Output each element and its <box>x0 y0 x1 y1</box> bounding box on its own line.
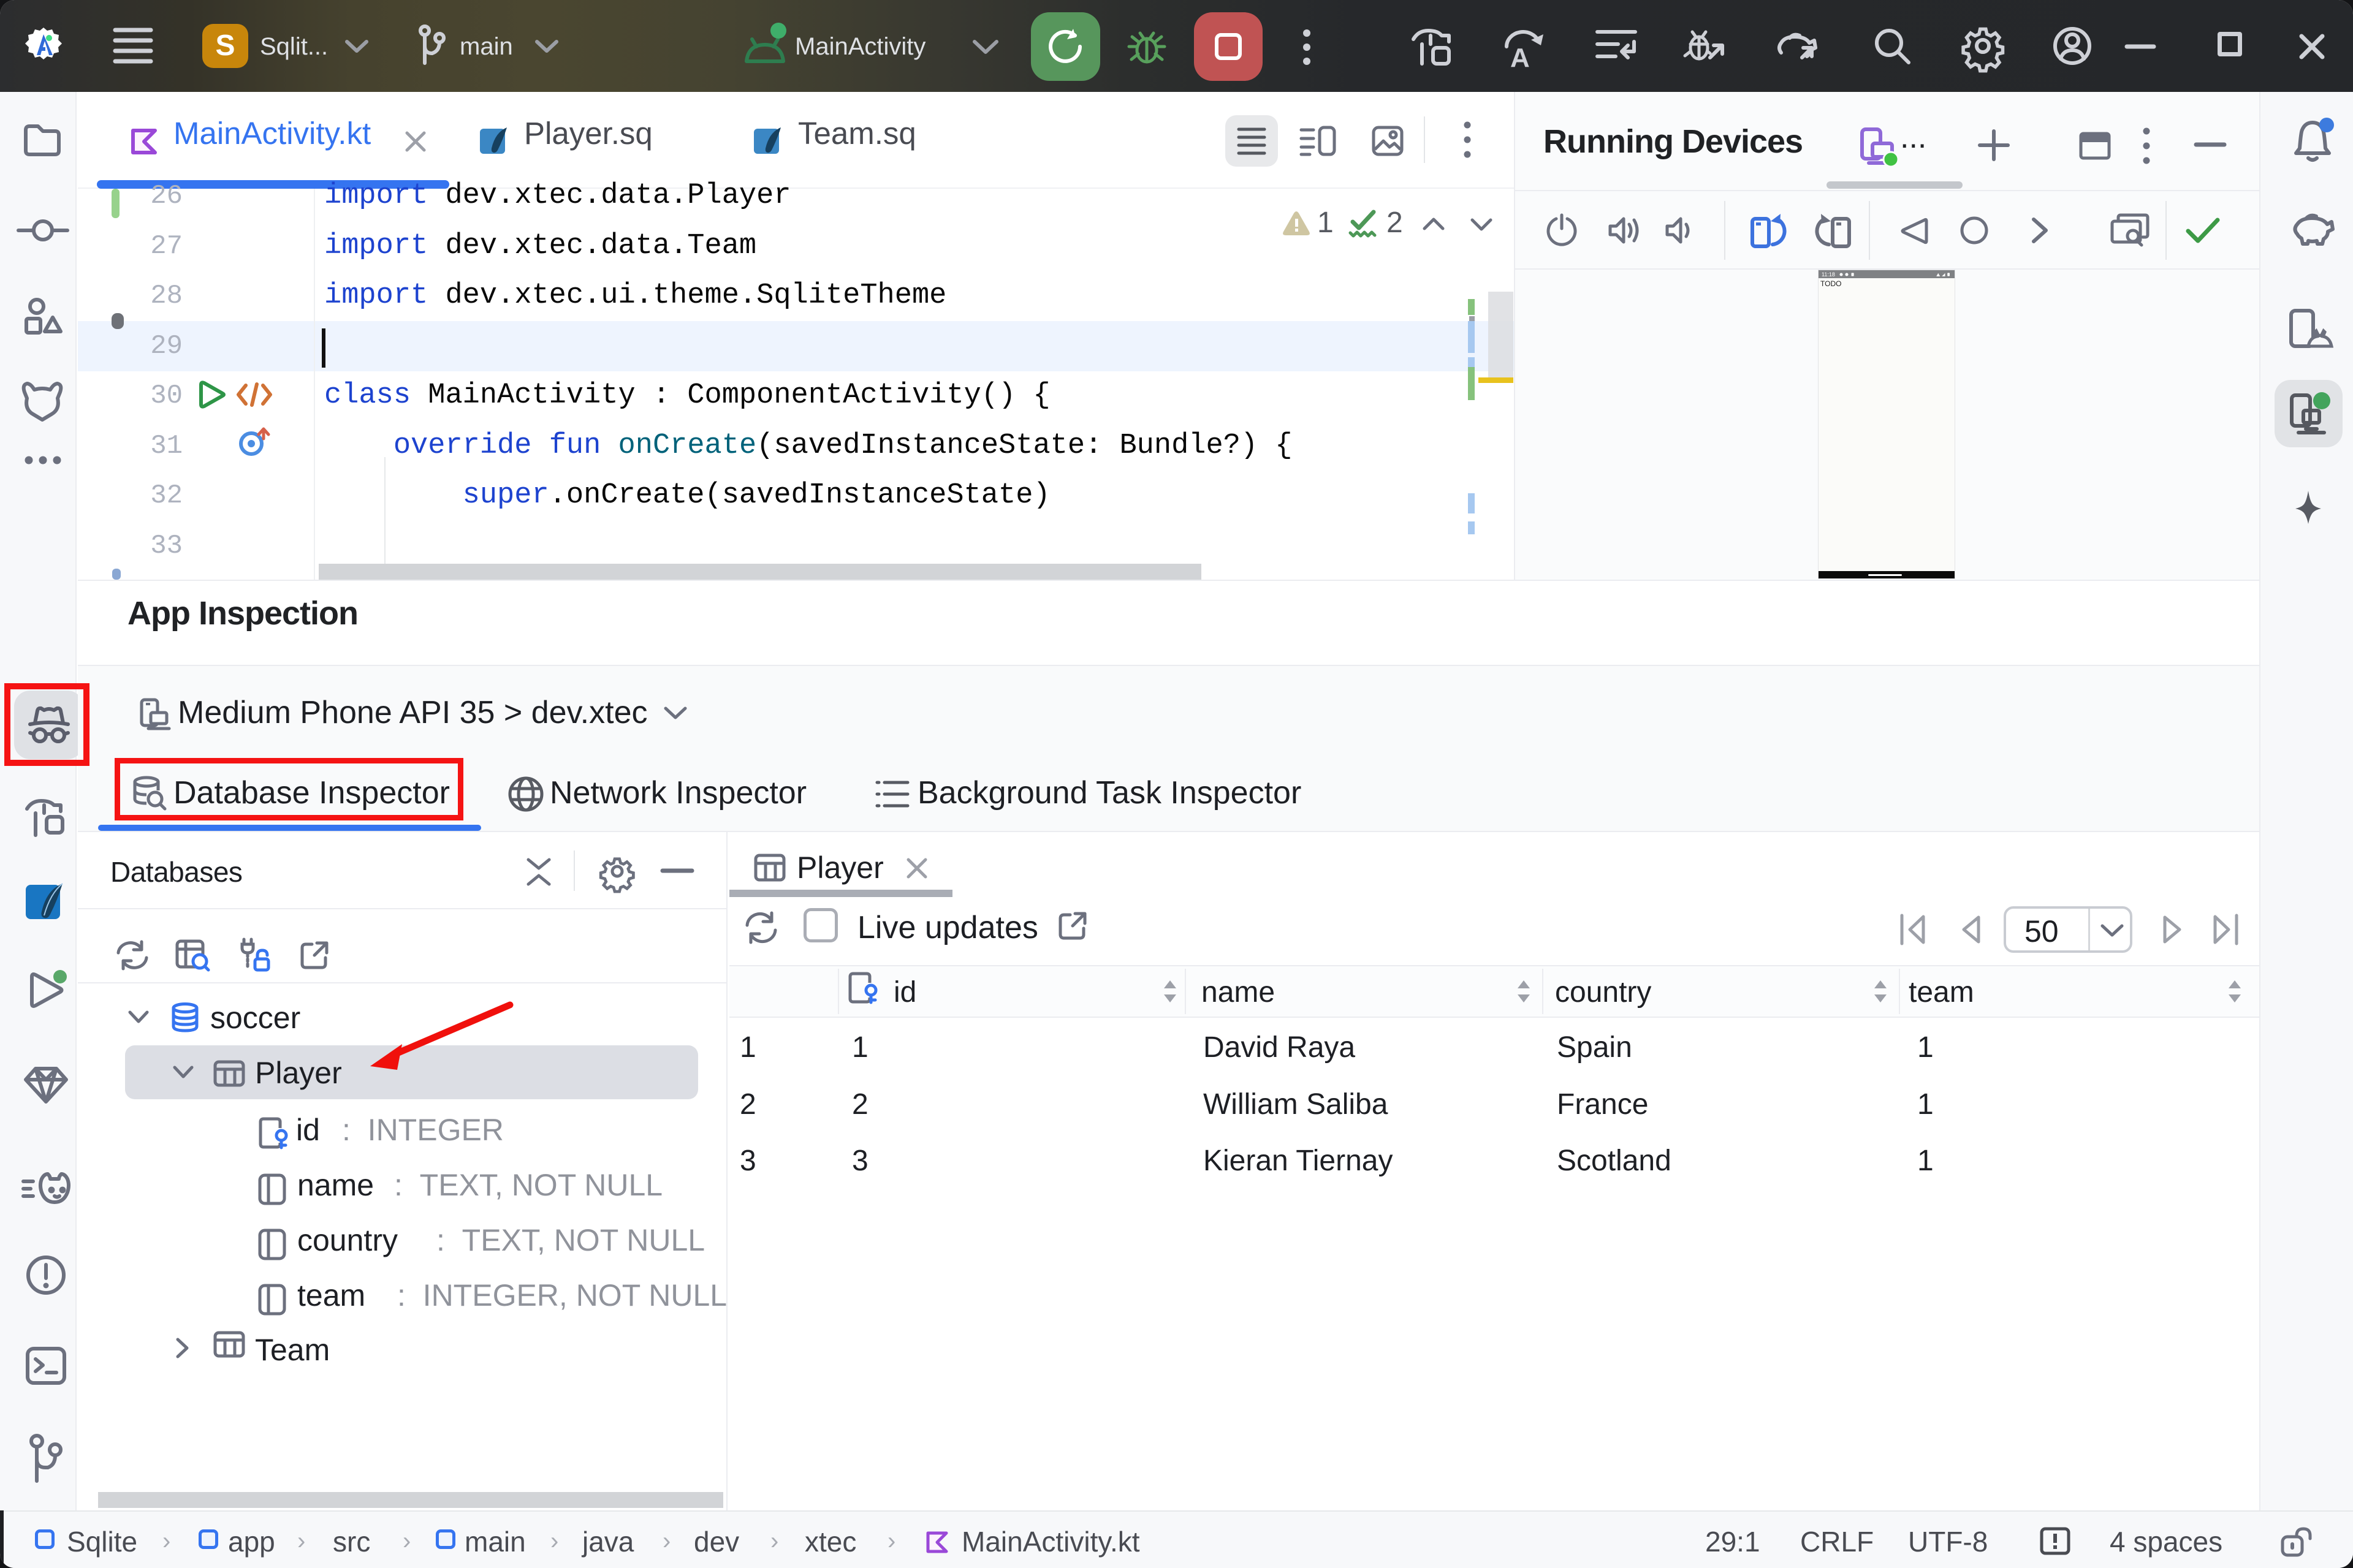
svg-text:A: A <box>1510 43 1530 73</box>
